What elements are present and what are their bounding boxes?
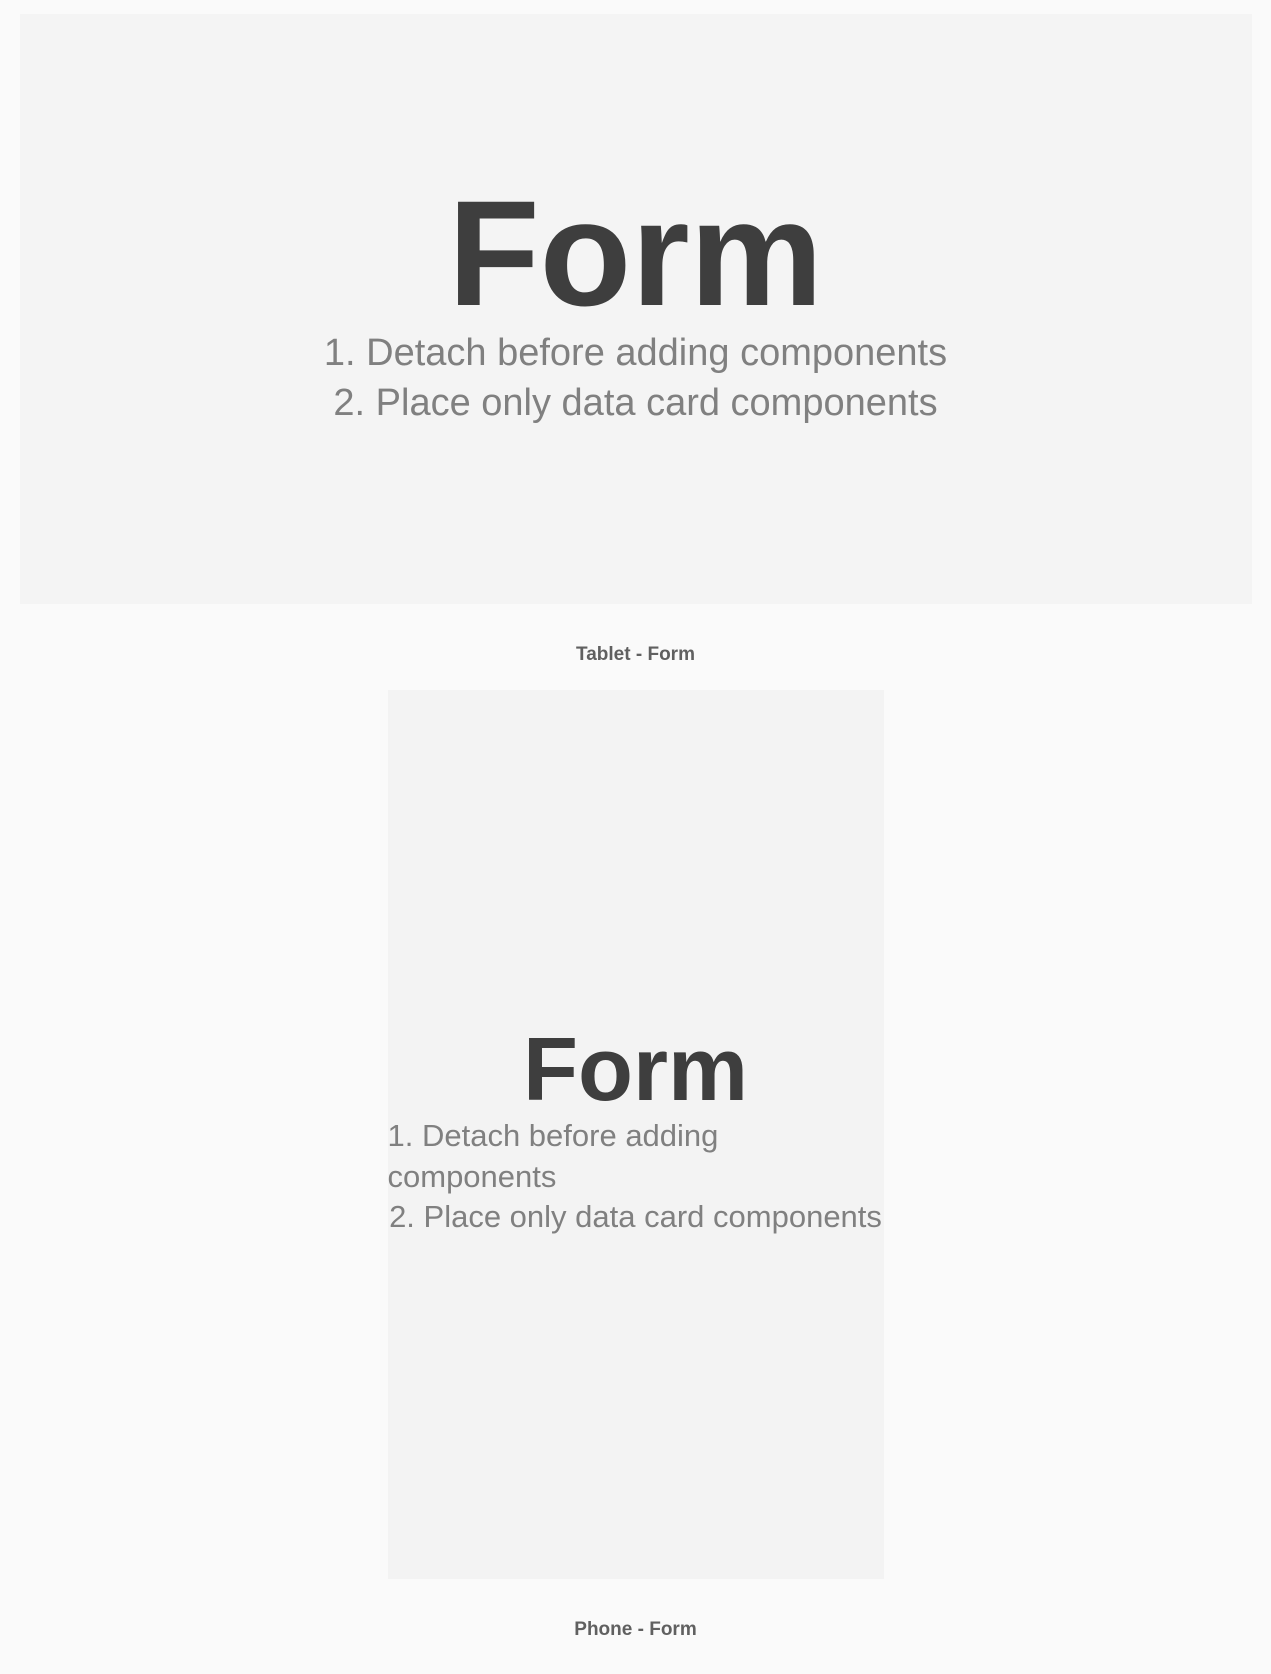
- tablet-instruction-1: 1. Detach before adding components: [324, 329, 947, 378]
- tablet-form-panel: Form 1. Detach before adding components …: [20, 14, 1252, 604]
- phone-form-title: Form: [523, 1032, 748, 1109]
- tablet-caption: Tablet - Form: [576, 644, 695, 666]
- phone-instruction-1: 1. Detach before adding components: [388, 1116, 884, 1197]
- phone-instruction-2: 2. Place only data card components: [389, 1197, 882, 1237]
- tablet-form-title: Form: [448, 190, 823, 318]
- phone-caption: Phone - Form: [574, 1619, 696, 1641]
- tablet-instruction-2: 2. Place only data card components: [333, 379, 937, 428]
- phone-form-panel: Form 1. Detach before adding components …: [388, 690, 884, 1579]
